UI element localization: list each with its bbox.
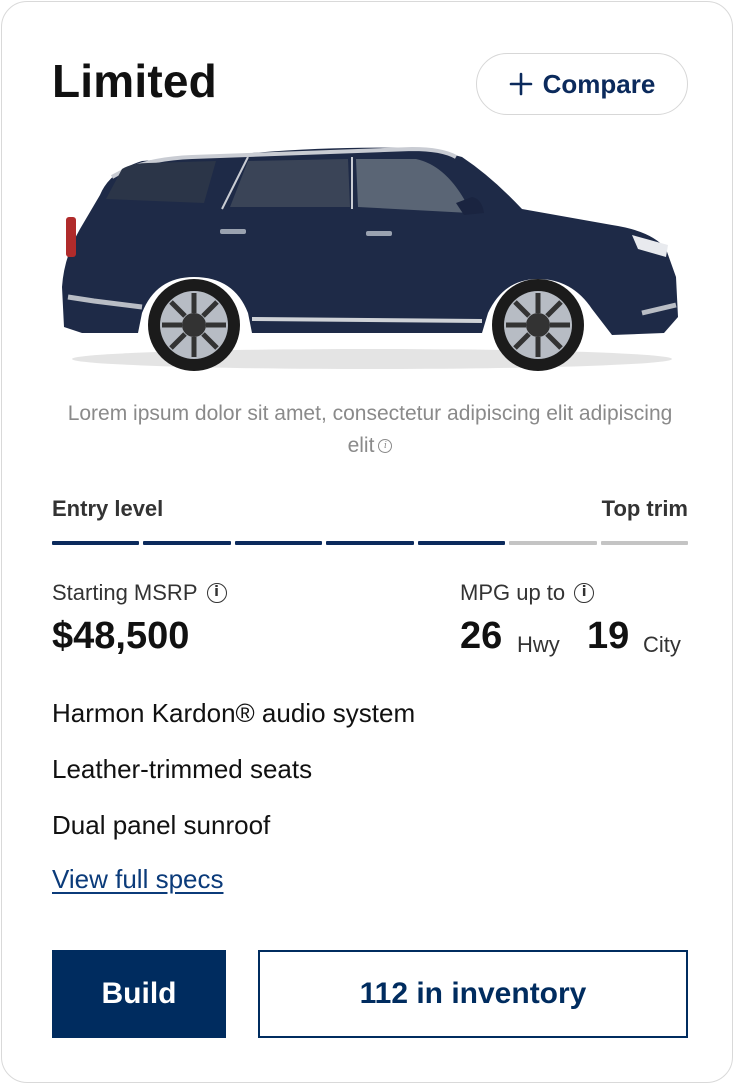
trim-segment-filled bbox=[234, 541, 323, 545]
trim-segment-filled bbox=[52, 541, 140, 545]
msrp-label-row: Starting MSRP i bbox=[52, 580, 227, 606]
msrp-info-icon[interactable]: i bbox=[206, 583, 227, 603]
mpg-city-unit: City bbox=[643, 632, 681, 657]
compare-button[interactable]: Compare bbox=[476, 53, 688, 115]
inventory-button[interactable]: 112 in inventory bbox=[258, 950, 688, 1038]
mpg-info-icon[interactable]: i bbox=[574, 583, 595, 603]
feature-item: Leather-trimmed seats bbox=[52, 754, 313, 784]
trim-segment-filled bbox=[417, 541, 506, 545]
mpg-label-row: MPG up to i bbox=[460, 580, 595, 606]
trim-segment-filled bbox=[143, 541, 231, 545]
plus-icon bbox=[509, 72, 532, 96]
trim-title: Limited bbox=[52, 55, 217, 107]
mpg-city-value: 19 bbox=[587, 615, 630, 657]
trim-segment-filled bbox=[326, 541, 414, 545]
feature-item: Dual panel sunroof bbox=[52, 810, 271, 840]
feature-item: Harmon Kardon® audio system bbox=[52, 698, 416, 728]
build-button[interactable]: Build bbox=[52, 950, 226, 1038]
mpg-values: 26 Hwy 19 City bbox=[460, 615, 688, 663]
msrp-label: Starting MSRP bbox=[52, 580, 198, 605]
trim-segment-empty bbox=[509, 541, 597, 545]
trim-level-labels: Entry level Top trim bbox=[52, 496, 688, 524]
mpg-hwy-unit: Hwy bbox=[517, 632, 560, 657]
entry-level-label: Entry level bbox=[52, 496, 164, 521]
mpg-label: MPG up to bbox=[460, 580, 566, 605]
view-full-specs-link[interactable]: View full specs bbox=[52, 864, 224, 895]
msrp-value: $48,500 bbox=[52, 615, 190, 657]
trim-segment-empty bbox=[600, 541, 688, 545]
trim-level-meter bbox=[52, 541, 688, 546]
mpg-hwy-value: 26 bbox=[460, 615, 503, 657]
disclaimer-body: Lorem ipsum dolor sit amet, consectetur … bbox=[67, 402, 673, 457]
disclaimer-text: Lorem ipsum dolor sit amet, consectetur … bbox=[62, 398, 678, 462]
compare-label: Compare bbox=[542, 68, 656, 99]
top-trim-label: Top trim bbox=[601, 496, 688, 521]
vehicle-image bbox=[62, 146, 678, 371]
info-icon[interactable]: i bbox=[378, 439, 393, 453]
trim-card: Limited Compare Lorem ipsum dolor sit am… bbox=[1, 1, 733, 1083]
